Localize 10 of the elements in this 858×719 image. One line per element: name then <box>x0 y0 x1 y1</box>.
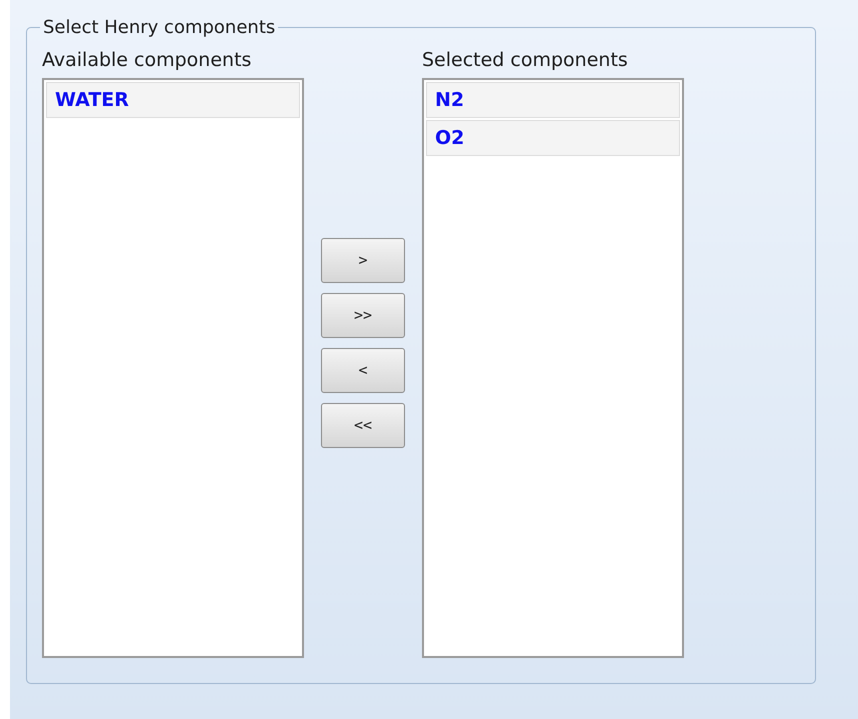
transfer-button[interactable]: << <box>321 403 405 448</box>
transfer-button[interactable]: < <box>321 348 405 393</box>
group-title: Select Henry components <box>42 16 276 40</box>
list-label: Available components <box>42 48 252 73</box>
list-item[interactable]: O2 <box>426 120 680 156</box>
transfer-button[interactable]: > <box>321 238 405 283</box>
list-item[interactable]: WATER <box>46 82 300 118</box>
list-label: Selected components <box>422 48 629 73</box>
transfer-button[interactable]: >> <box>321 293 405 338</box>
list-item[interactable]: N2 <box>426 82 680 118</box>
